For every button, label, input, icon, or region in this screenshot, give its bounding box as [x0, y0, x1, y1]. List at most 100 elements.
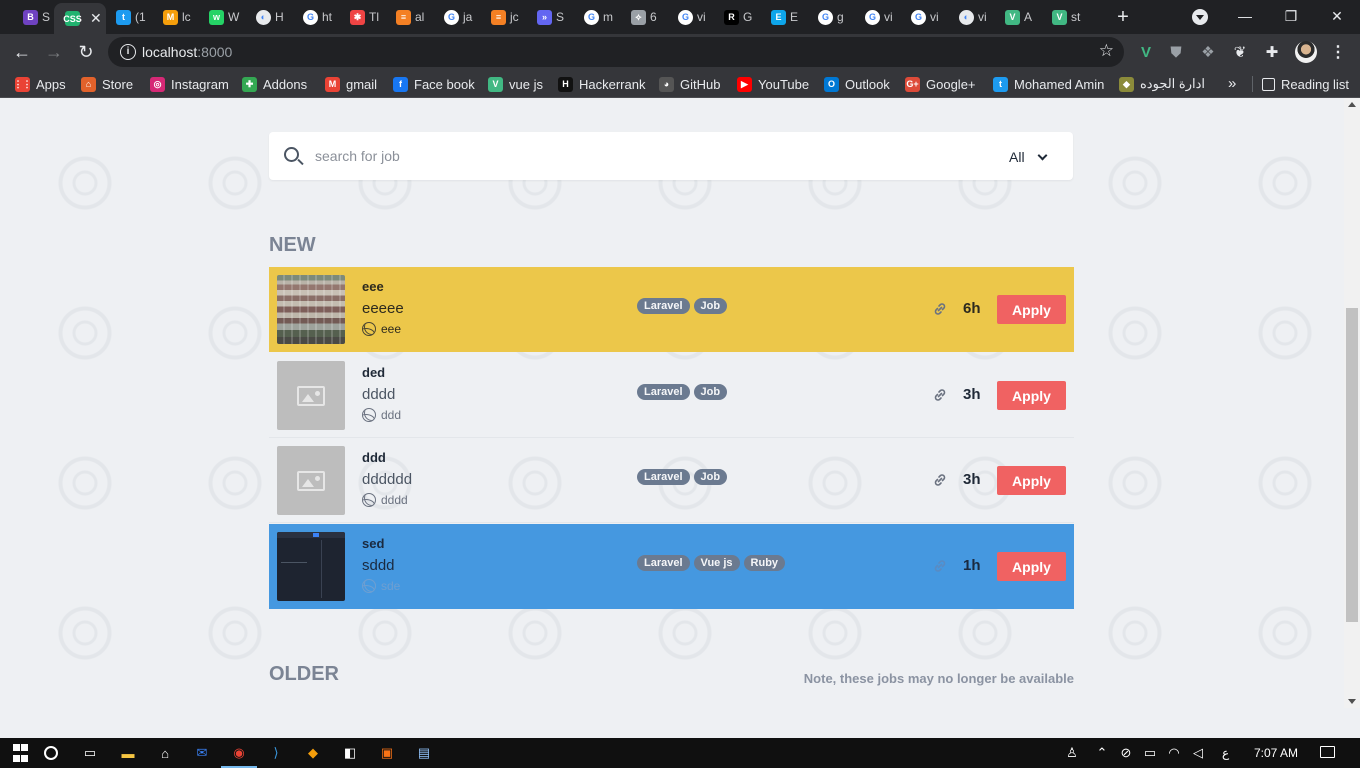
store-icon[interactable]: ⌂: [155, 743, 175, 763]
browser-tab[interactable]: ✱ Tl: [339, 4, 385, 30]
browser-tab[interactable]: Gja: [433, 4, 479, 30]
bookmark-item[interactable]: G+ Google+: [905, 76, 976, 92]
browser-tab[interactable]: ◐ vi: [948, 4, 994, 30]
bookmark-item[interactable]: f Face book: [393, 76, 475, 92]
chrome-icon[interactable]: ◉: [221, 743, 257, 768]
close-tab-icon[interactable]: ✕: [90, 10, 102, 27]
git-icon[interactable]: ◆: [303, 743, 323, 763]
browser-tab[interactable]: ≡ jc: [480, 4, 526, 30]
skill-tag[interactable]: Laravel: [637, 469, 690, 485]
more-bookmarks-icon[interactable]: »: [1228, 75, 1236, 92]
bookmark-item[interactable]: Mgmail: [325, 76, 377, 92]
skill-tag[interactable]: Laravel: [637, 298, 690, 314]
scrollbar-thumb[interactable]: [1346, 308, 1358, 622]
browser-tab[interactable]: CSS ✕: [54, 3, 106, 34]
skill-tag[interactable]: Vue js: [693, 555, 740, 571]
notepad-icon[interactable]: ▤: [414, 743, 434, 763]
job-row[interactable]: ddd dddddd dddd Laravel Job 3h Apply: [269, 438, 1074, 523]
browser-tab[interactable]: » S: [526, 4, 572, 30]
browser-tab[interactable]: RG: [713, 4, 759, 30]
job-row[interactable]: ded dddd ddd Laravel Job 3h Apply: [269, 353, 1074, 438]
new-tab-button[interactable]: +: [1112, 7, 1134, 29]
browser-tab[interactable]: Ght: [292, 4, 338, 30]
address-bar[interactable]: i localhost:8000 ☆: [108, 37, 1124, 67]
search-input[interactable]: [315, 144, 975, 168]
bookmark-item[interactable]: t Mohamed Amin: [993, 76, 1104, 92]
cortana-search-icon[interactable]: [44, 746, 58, 760]
bookmark-item[interactable]: O Outlook: [824, 76, 890, 92]
bookmark-item[interactable]: ◎ Instagram: [150, 76, 229, 92]
browser-tab[interactable]: Gvi: [854, 4, 900, 30]
browser-tab[interactable]: ⟡ 6: [620, 4, 666, 30]
browser-tab[interactable]: Gvi: [900, 4, 946, 30]
back-button[interactable]: ←: [10, 40, 34, 64]
people-icon[interactable]: ♙: [1062, 743, 1082, 763]
tray-expand-icon[interactable]: ⌃: [1092, 743, 1112, 763]
site-info-icon[interactable]: i: [120, 44, 136, 60]
link-icon[interactable]: [932, 388, 948, 402]
tab-search-icon[interactable]: [1192, 9, 1208, 25]
bookmark-item[interactable]: H Hackerrank: [558, 76, 645, 92]
reload-button[interactable]: ↻: [74, 40, 98, 64]
reading-list-button[interactable]: Reading list: [1262, 76, 1349, 92]
skill-tag[interactable]: Job: [693, 384, 728, 400]
apply-button[interactable]: Apply: [997, 466, 1066, 495]
page-scrollbar[interactable]: [1344, 98, 1360, 708]
browser-tab[interactable]: t (1: [105, 4, 151, 30]
bookmark-item[interactable]: ◕ GitHub: [659, 76, 720, 92]
bookmark-item[interactable]: ◆ ادارة الجوده: [1119, 76, 1205, 92]
windows-start-icon[interactable]: [10, 743, 30, 763]
vue-devtools-icon[interactable]: V: [1136, 42, 1156, 62]
browser-tab[interactable]: wW: [198, 4, 244, 30]
bookmark-item[interactable]: ⌂ Store: [81, 76, 133, 92]
bookmark-item[interactable]: ▶ YouTube: [737, 76, 809, 92]
system-clock[interactable]: 7:07 AM: [1254, 746, 1298, 760]
extension-leaf-icon[interactable]: ❦: [1230, 42, 1250, 62]
notification-center-icon[interactable]: [1320, 746, 1335, 758]
bookmark-item[interactable]: Vvue js: [488, 76, 543, 92]
input-language[interactable]: ع: [1222, 746, 1229, 760]
close-window-button[interactable]: ✕: [1325, 6, 1349, 26]
xampp-icon[interactable]: ▣: [377, 743, 397, 763]
scroll-down-icon[interactable]: [1348, 699, 1356, 704]
browser-tab[interactable]: Vst: [1041, 4, 1087, 30]
job-row[interactable]: eee eeeee eee Laravel Job 6h Apply: [269, 267, 1074, 352]
browser-tab[interactable]: ◐ H: [245, 4, 291, 30]
browser-tab[interactable]: VA: [994, 4, 1040, 30]
network-off-icon[interactable]: ⊘: [1116, 743, 1136, 763]
browser-tab[interactable]: EE: [760, 4, 806, 30]
sticky-app-icon[interactable]: ◧: [340, 743, 360, 763]
browser-tab[interactable]: Mlc: [152, 4, 198, 30]
apply-button[interactable]: Apply: [997, 381, 1066, 410]
browser-tab[interactable]: Gvi: [667, 4, 713, 30]
extensions-puzzle-icon[interactable]: ✚: [1262, 42, 1282, 62]
wifi-icon[interactable]: ◠: [1164, 743, 1184, 763]
file-explorer-icon[interactable]: ▬: [118, 743, 138, 763]
category-filter-select[interactable]: All: [1009, 146, 1059, 168]
bookmark-item[interactable]: ✚ Addons: [242, 76, 307, 92]
skill-tag[interactable]: Laravel: [637, 555, 690, 571]
link-icon[interactable]: [932, 473, 948, 487]
minimize-button[interactable]: —: [1233, 6, 1257, 26]
bookmark-star-icon[interactable]: ☆: [1099, 41, 1114, 61]
scroll-up-icon[interactable]: [1348, 102, 1356, 107]
apply-button[interactable]: Apply: [997, 295, 1066, 324]
chrome-menu-icon[interactable]: ⋮: [1330, 42, 1346, 62]
skill-tag[interactable]: Job: [693, 469, 728, 485]
url-text[interactable]: localhost:8000: [142, 44, 232, 60]
volume-icon[interactable]: ◁: [1188, 743, 1208, 763]
battery-icon[interactable]: ▭: [1140, 743, 1160, 763]
link-icon[interactable]: [932, 559, 948, 573]
bookmark-item[interactable]: ⋮⋮ Apps: [14, 76, 66, 92]
shield-icon[interactable]: ⛊: [1166, 42, 1186, 62]
forward-button[interactable]: →: [42, 40, 66, 64]
profile-avatar[interactable]: [1295, 41, 1317, 63]
browser-tab[interactable]: ≡ al: [385, 4, 431, 30]
browser-tab[interactable]: Gg: [807, 4, 853, 30]
dropbox-icon[interactable]: ❖: [1198, 42, 1218, 62]
vscode-icon[interactable]: ⟩: [266, 743, 286, 763]
restore-button[interactable]: ❐: [1279, 6, 1303, 26]
apply-button[interactable]: Apply: [997, 552, 1066, 581]
skill-tag[interactable]: Job: [693, 298, 728, 314]
job-row[interactable]: sed sddd sde Laravel Vue js Ruby 1h Apply: [269, 524, 1074, 609]
